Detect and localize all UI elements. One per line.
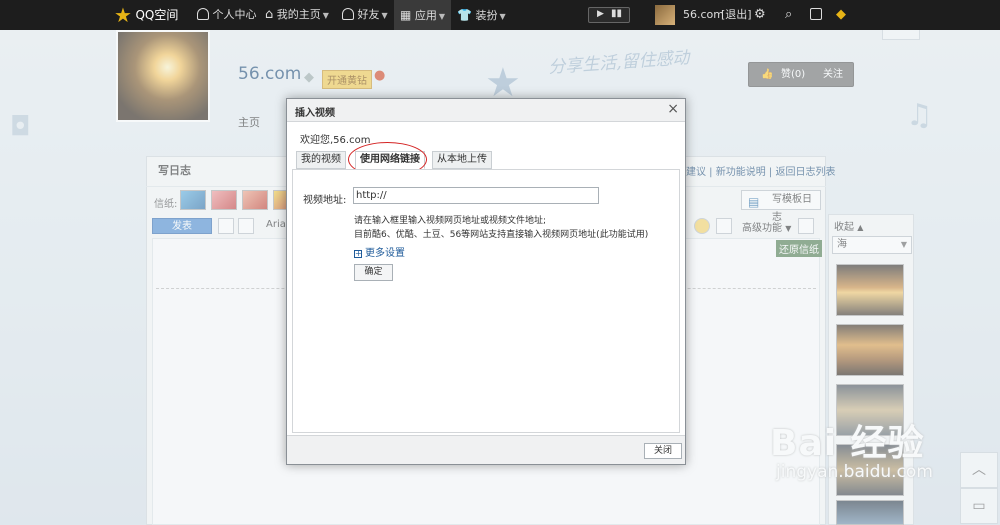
username[interactable]: 56.com bbox=[683, 0, 724, 30]
grid-icon: ▦ bbox=[400, 8, 412, 22]
nav-my-homepage[interactable]: ⌂ 我的主页 ▼ bbox=[265, 0, 329, 30]
star-logo-icon: ★ bbox=[114, 3, 132, 27]
dialog-header: 插入视频 × bbox=[287, 99, 685, 122]
person-icon bbox=[197, 8, 209, 20]
dialog-title: 插入视频 bbox=[295, 108, 335, 119]
logout-link[interactable]: [退出] bbox=[721, 0, 752, 30]
video-url-label: 视频地址: bbox=[303, 195, 347, 206]
dialog-body bbox=[292, 169, 680, 433]
dialog-footer bbox=[287, 435, 685, 464]
insert-video-dialog: 插入视频 × 欢迎您,56.com 我的视频 使用网络链接 从本地上传 视频地址… bbox=[286, 98, 686, 465]
gear-icon[interactable]: ⚙ bbox=[754, 0, 766, 30]
top-bar: ★ QQ空间 个人中心 ⌂ 我的主页 ▼ 好友 ▼ ▦ 应用 ▼ 👕 装扮 ▼ ▶ ▮▮… bbox=[0, 0, 1000, 30]
tab-my-videos[interactable]: 我的视频 bbox=[296, 151, 346, 169]
home-icon: ⌂ bbox=[265, 7, 274, 22]
nav-personal-center[interactable]: 个人中心 bbox=[197, 0, 257, 30]
nav-apps[interactable]: ▦ 应用 ▼ bbox=[394, 0, 451, 30]
nav-friends[interactable]: 好友 ▼ bbox=[342, 0, 388, 30]
more-settings-toggle[interactable]: + 更多设置 bbox=[354, 244, 405, 259]
hint-text: 请在输入框里输入视频网页地址或视频文件地址; bbox=[354, 216, 547, 226]
confirm-button[interactable]: 确定 bbox=[354, 264, 393, 281]
qzone-logo[interactable]: ★ QQ空间 bbox=[114, 0, 178, 30]
close-icon[interactable]: × bbox=[667, 101, 679, 117]
tab-local-upload[interactable]: 从本地上传 bbox=[432, 151, 492, 169]
nav-dress-up[interactable]: 👕 装扮 ▼ bbox=[457, 0, 506, 30]
close-button[interactable]: 关闭 bbox=[644, 443, 682, 459]
shirt-icon: 👕 bbox=[457, 8, 472, 22]
plus-icon: + bbox=[354, 249, 362, 258]
play-icon: ▶ bbox=[597, 9, 604, 19]
friends-icon bbox=[342, 8, 354, 20]
welcome-text: 欢迎您,56.com bbox=[300, 135, 371, 146]
search-icon[interactable]: ⌕ bbox=[785, 0, 792, 30]
diamond-icon[interactable]: ◆ bbox=[836, 0, 846, 30]
hint-text-sites: 目前酷6、优酷、土豆、56等网站支持直接输入视频网页地址(此功能试用) bbox=[354, 230, 649, 240]
mail-icon[interactable] bbox=[810, 0, 822, 30]
user-avatar[interactable] bbox=[655, 5, 675, 25]
music-player-button[interactable]: ▶ ▮▮ bbox=[588, 7, 630, 23]
equalizer-icon: ▮▮ bbox=[611, 8, 623, 19]
video-url-input[interactable] bbox=[353, 187, 599, 204]
